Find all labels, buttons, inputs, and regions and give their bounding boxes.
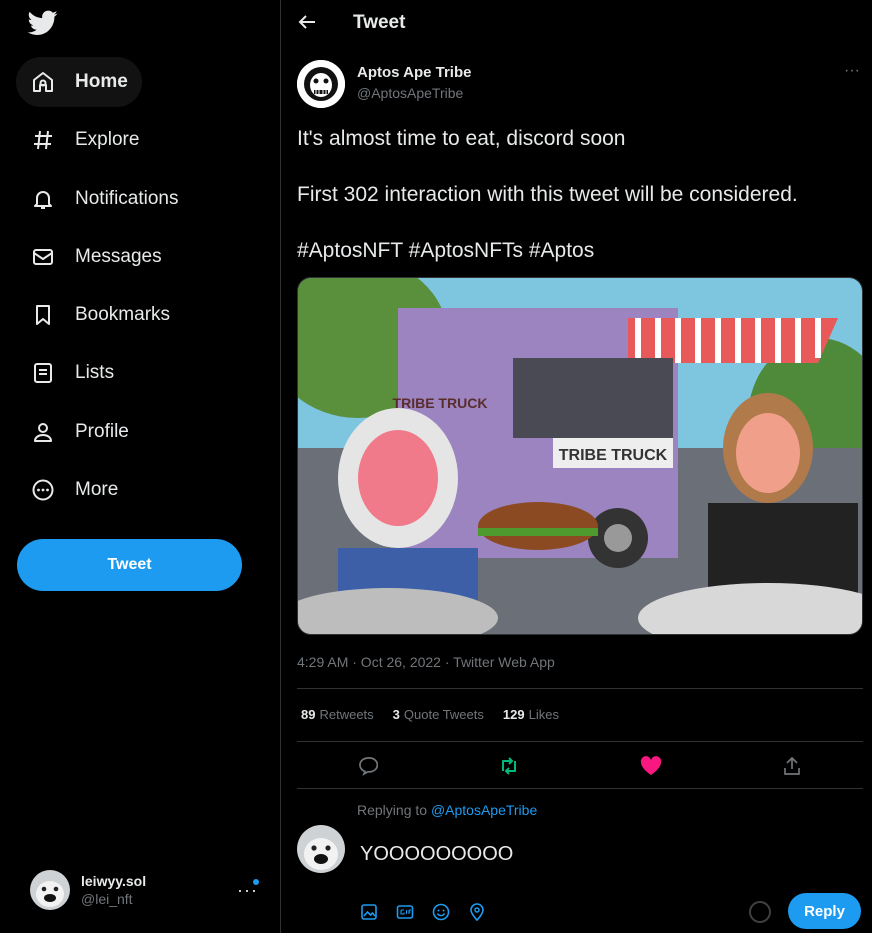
image-icon[interactable]	[357, 900, 381, 924]
hashtag-icon	[30, 127, 56, 153]
tweet-actions	[297, 742, 863, 788]
divider	[297, 688, 863, 689]
replying-to: Replying to @AptosApeTribe	[357, 802, 537, 818]
stat-count: 89	[301, 707, 316, 722]
sidebar-item-label: Explore	[75, 129, 140, 150]
home-icon	[30, 69, 56, 95]
tweet-stats: 89 Retweets 3 Quote Tweets 129 Likes	[301, 707, 578, 722]
image-sign-text: TRIBE TRUCK	[559, 447, 668, 464]
envelope-icon	[30, 244, 56, 270]
reply-icon[interactable]	[356, 754, 380, 778]
sidebar-item-label: Home	[75, 71, 128, 92]
replying-prefix: Replying to	[357, 802, 428, 818]
stat-label: Retweets	[319, 707, 374, 722]
reply-input[interactable]: YOOOOOOOOO	[360, 843, 513, 866]
replying-mention-link[interactable]: @AptosApeTribe	[431, 802, 537, 818]
sidebar-item-label: Lists	[75, 362, 115, 383]
sidebar-item-label: Notifications	[75, 188, 179, 209]
location-icon[interactable]	[465, 900, 489, 924]
sidebar-item-label: Messages	[75, 246, 162, 267]
share-icon[interactable]	[780, 754, 804, 778]
sidebar-item-profile[interactable]: Profile	[16, 407, 143, 457]
author-name[interactable]: Aptos Ape Tribe	[357, 64, 471, 81]
account-switcher[interactable]: leiwyy.sol @lei_nft ···	[18, 858, 268, 922]
tweet-line: First 302 interaction with this tweet wi…	[297, 183, 798, 206]
main-column: Tweet Aptos Ape Tribe @AptosApeTribe ···…	[281, 0, 872, 933]
gif-icon[interactable]	[393, 900, 417, 924]
stat-label: Likes	[528, 707, 559, 722]
sidebar-item-bookmarks[interactable]: Bookmarks	[16, 290, 184, 340]
page-header: Tweet	[281, 0, 872, 44]
avatar	[297, 825, 345, 873]
bookmark-icon	[30, 302, 56, 328]
account-handle: @lei_nft	[81, 891, 133, 907]
tweet-image[interactable]: TRIBE TRUCK TRIBE TRUCK	[297, 277, 863, 635]
image-logo-text: TRIBE TRUCK	[393, 395, 488, 411]
page-title: Tweet	[353, 12, 406, 33]
account-name: leiwyy.sol	[81, 873, 147, 889]
reply-toolbar	[357, 900, 501, 924]
sidebar-item-lists[interactable]: Lists	[16, 348, 128, 398]
list-icon	[30, 360, 56, 386]
sidebar-item-label: Profile	[75, 421, 129, 442]
notification-dot	[253, 879, 259, 885]
more-circle-icon	[30, 477, 56, 503]
avatar	[30, 870, 70, 910]
character-count-ring	[749, 901, 771, 923]
sidebar-item-more[interactable]: More	[16, 465, 132, 515]
stat-count: 3	[392, 707, 400, 722]
sidebar-item-home[interactable]: Home	[16, 57, 142, 107]
retweets-stat[interactable]: 89 Retweets	[301, 707, 374, 722]
like-heart-icon[interactable]	[639, 754, 663, 778]
stat-count: 129	[502, 707, 525, 722]
back-arrow-icon[interactable]	[297, 12, 317, 32]
sidebar-item-label: Bookmarks	[75, 304, 171, 325]
quote-tweets-stat[interactable]: 3 Quote Tweets	[393, 707, 484, 722]
tweet-button[interactable]: Tweet	[17, 539, 242, 591]
reply-button[interactable]: Reply	[788, 893, 861, 929]
author-avatar[interactable]	[297, 60, 345, 108]
twitter-logo-icon[interactable]	[28, 10, 58, 36]
retweet-icon[interactable]	[497, 754, 521, 778]
tweet-timestamp: 4:29 AM · Oct 26, 2022 · Twitter Web App	[297, 654, 555, 670]
sidebar-item-notifications[interactable]: Notifications	[16, 174, 193, 224]
person-icon	[30, 419, 56, 445]
tweet-line: It's almost time to eat, discord soon	[297, 127, 626, 150]
stat-label: Quote Tweets	[403, 707, 484, 722]
sidebar-item-explore[interactable]: Explore	[16, 115, 153, 165]
sidebar-item-label: More	[75, 479, 119, 500]
author-handle[interactable]: @AptosApeTribe	[357, 85, 463, 101]
tweet-text: It's almost time to eat, discord soon Fi…	[297, 125, 867, 293]
sidebar: Home Explore Notifications Messages Book…	[0, 0, 281, 933]
sidebar-item-messages[interactable]: Messages	[16, 232, 176, 282]
bell-icon	[30, 186, 56, 212]
divider	[297, 788, 863, 789]
emoji-icon[interactable]	[429, 900, 453, 924]
tweet-hashtags[interactable]: #AptosNFT #AptosNFTs #Aptos	[297, 237, 867, 265]
likes-stat[interactable]: 129 Likes	[503, 707, 559, 722]
tweet-more-icon[interactable]: ···	[844, 62, 860, 80]
